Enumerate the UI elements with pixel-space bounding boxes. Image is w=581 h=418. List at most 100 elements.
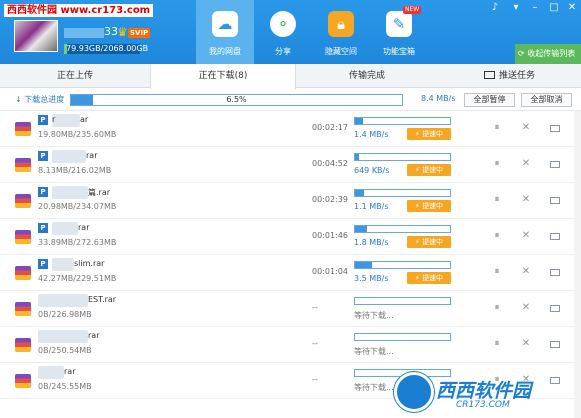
cancel-icon[interactable]: ✕ [520, 194, 532, 206]
share-icon: ⚬ [270, 11, 296, 37]
download-row[interactable]: Pr ar 19.80MB/235.60MB 00:02:17 1.4 MB/s ⚡ 提速… [0, 111, 581, 147]
download-speed: 649 KB/s [354, 166, 390, 175]
collapse-transfer-list-button[interactable]: ⟳ 收起传输列表 [515, 44, 581, 64]
cancel-icon[interactable]: ✕ [520, 338, 532, 350]
bell-icon[interactable]: ♪ [487, 2, 503, 14]
total-progress-bar: 6.5% [70, 94, 403, 106]
folder-icon[interactable] [550, 161, 560, 168]
time-remaining: -- [312, 339, 318, 348]
p-badge-icon: P [38, 259, 48, 269]
tab-uploading[interactable]: 正在上传 [0, 64, 150, 88]
total-progress-percent: 6.5% [226, 95, 247, 104]
crown-icon: ♛ [117, 25, 128, 39]
download-row[interactable]: rar 0B/250.54MB -- 等待下载... ⏸︎ ✕ [0, 327, 581, 363]
cancel-icon[interactable]: ✕ [520, 230, 532, 242]
total-progress-label: ↓ 下载总进度 [15, 94, 64, 105]
pause-icon[interactable]: ⏸︎ [491, 266, 503, 278]
folder-icon[interactable] [550, 305, 560, 312]
download-row[interactable]: Prar 33.89MB/272.63MB 00:01:46 1.8 MB/s ⚡ 提速… [0, 219, 581, 255]
row-progress-bar [354, 189, 451, 197]
nav-my-disk[interactable]: ☁ 我的网盘 [196, 0, 254, 64]
boost-badge[interactable]: ⚡ 提速中 [407, 164, 451, 176]
close-icon[interactable]: ✕ [564, 2, 580, 14]
nav-share[interactable]: ⚬ 分享 [254, 0, 312, 64]
folder-icon[interactable] [550, 269, 560, 276]
row-progress-fill [355, 118, 363, 124]
pause-icon[interactable]: ⏸︎ [491, 194, 503, 206]
download-row[interactable]: EST.rar 0B/226.98MB -- 等待下载... ⏸︎ ✕ [0, 291, 581, 327]
username-mask [64, 28, 104, 38]
toolbox-icon: ✎ [386, 11, 412, 37]
nav-label: 隐藏空间 [325, 47, 357, 56]
maximize-icon[interactable]: □ [546, 2, 562, 14]
row-progress-bar [354, 297, 451, 305]
p-badge-icon: P [38, 223, 48, 233]
time-remaining: 00:01:46 [312, 231, 348, 240]
folder-icon[interactable] [550, 125, 560, 132]
file-size: 19.80MB/235.60MB [38, 130, 117, 139]
pause-icon[interactable]: ⏸︎ [491, 122, 503, 134]
filename-mask [52, 222, 78, 235]
site-logo-url: CR173.COM [456, 400, 510, 410]
filename-mask [52, 150, 86, 163]
download-row[interactable]: Prar 8.13MB/216.02MB 00:04:52 649 KB/s ⚡ 提速中… [0, 147, 581, 183]
boost-badge[interactable]: ⚡ 提速中 [407, 272, 451, 284]
minimize-icon[interactable]: – [527, 2, 543, 14]
nav-label: 我的网盘 [209, 47, 241, 56]
download-row[interactable]: P 篇.rar 20.98MB/234.07MB 00:02:39 1.1 MB/s ⚡ … [0, 183, 581, 219]
cancel-icon[interactable]: ✕ [520, 158, 532, 170]
download-speed: 1.1 MB/s [354, 202, 389, 211]
svip-badge[interactable]: SVIP [128, 28, 151, 38]
archive-file-icon [15, 230, 31, 244]
cancel-icon[interactable]: ✕ [520, 266, 532, 278]
pause-icon[interactable]: ⏸︎ [491, 158, 503, 170]
download-speed: 1.4 MB/s [354, 130, 389, 139]
folder-icon[interactable] [550, 341, 560, 348]
boost-badge[interactable]: ⚡ 提速中 [407, 236, 451, 248]
tab-completed[interactable]: 传输完成 [296, 64, 438, 88]
folder-icon[interactable] [550, 197, 560, 204]
boost-label: 提速中 [422, 166, 444, 174]
row-progress-bar [354, 261, 451, 269]
archive-file-icon [15, 338, 31, 352]
tab-push-label: 推送任务 [498, 71, 535, 81]
username[interactable]: 33 [104, 25, 118, 38]
archive-file-icon [15, 158, 31, 172]
cancel-all-button[interactable]: 全部取消 [521, 93, 572, 107]
site-logo-icon [394, 372, 434, 412]
tab-downloading[interactable]: 正在下载(8) [150, 64, 296, 89]
file-ext: 篇.rar [88, 188, 111, 197]
file-size: 33.89MB/272.63MB [38, 238, 117, 247]
p-badge-icon: P [38, 151, 48, 161]
file-name: r [52, 115, 56, 124]
boost-badge[interactable]: ⚡ 提速中 [407, 200, 451, 212]
download-row[interactable]: Pslim.rar 42.27MB/229.51MB 00:01:04 3.5 MB/… [0, 255, 581, 291]
folder-icon[interactable] [550, 233, 560, 240]
lightning-icon: ⚡ [414, 166, 423, 174]
site-logo-brand: 西西软件园 [436, 380, 532, 402]
row-progress-bar [354, 117, 451, 125]
time-remaining: -- [312, 375, 318, 384]
file-ext: rar [88, 331, 100, 340]
pause-icon[interactable]: ⏸︎ [491, 338, 503, 350]
boost-badge[interactable]: ⚡ 提速中 [407, 128, 451, 140]
menu-icon[interactable]: ▾ [508, 2, 524, 14]
nav-label: 功能宝箱 [383, 47, 415, 56]
waiting-status: 等待下载... [354, 311, 394, 320]
nav-hidden-space[interactable]: 🔒︎ 隐藏空间 [312, 0, 370, 64]
total-progress-text: 下载总进度 [24, 95, 65, 104]
tab-push-tasks[interactable]: 推送任务 [438, 64, 581, 88]
pause-all-button[interactable]: 全部暂停 [464, 93, 515, 107]
arrow-down-icon: ↓ [15, 95, 25, 104]
baidu-netdisk-window: 西西软件园 www.cr173.com 33 ♛ SVIP 79.93GB/20… [0, 0, 581, 418]
pause-icon[interactable]: ⏸︎ [491, 302, 503, 314]
cancel-icon[interactable]: ✕ [520, 302, 532, 314]
lightning-icon: ⚡ [414, 130, 423, 138]
p-badge-icon: P [38, 187, 48, 197]
time-remaining: 00:02:39 [312, 195, 348, 204]
nav-toolbox[interactable]: ✎ NEW 功能宝箱 [370, 0, 428, 64]
avatar[interactable] [14, 20, 58, 52]
file-ext: ar [80, 115, 89, 124]
cancel-icon[interactable]: ✕ [520, 122, 532, 134]
pause-icon[interactable]: ⏸︎ [491, 230, 503, 242]
